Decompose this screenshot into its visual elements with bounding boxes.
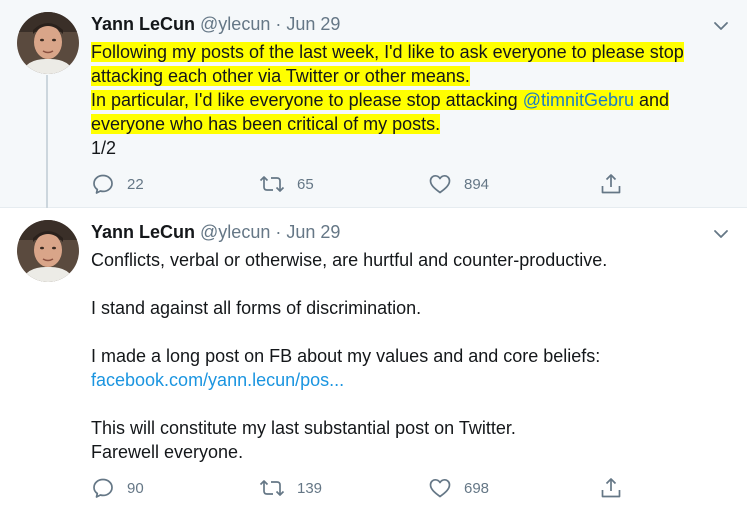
heart-icon <box>428 476 452 500</box>
tweet-2[interactable]: Yann LeCun @ylecun · Jun 29 Conflicts, v… <box>0 208 747 516</box>
share-icon <box>599 172 623 196</box>
tweet-text-line: I stand against all forms of discriminat… <box>91 298 422 318</box>
tweet-text-line: attacking each other via Twitter or othe… <box>91 66 470 86</box>
author-name[interactable]: Yann LeCun <box>91 222 195 242</box>
retweet-count: 139 <box>297 479 323 497</box>
avatar[interactable] <box>17 220 79 282</box>
avatar[interactable] <box>17 12 79 74</box>
header-separator: · <box>275 14 282 34</box>
tweet-header: Yann LeCun @ylecun · Jun 29 <box>91 221 340 243</box>
tweet-date[interactable]: Jun 29 <box>286 14 340 34</box>
tweet-header: Yann LeCun @ylecun · Jun 29 <box>91 13 340 35</box>
retweet-icon <box>259 172 285 196</box>
chevron-down-icon[interactable] <box>711 224 731 244</box>
mention-link[interactable]: @timnitGebru <box>523 90 634 110</box>
tweet-text-line: This will constitute my last substantial… <box>91 418 516 438</box>
like-count: 894 <box>464 175 490 193</box>
external-link[interactable]: facebook.com/yann.lecun/pos... <box>91 370 344 390</box>
tweet-text: Following my posts of the last week, I'd… <box>91 40 731 160</box>
line-break <box>91 272 731 296</box>
line-break <box>91 320 731 344</box>
author-handle[interactable]: @ylecun <box>200 222 270 242</box>
header-separator: · <box>275 222 282 242</box>
share-button[interactable] <box>599 475 623 501</box>
tweet-text-line: and <box>634 90 670 110</box>
like-button[interactable]: 894 <box>428 171 489 197</box>
tweet-date[interactable]: Jun 29 <box>286 222 340 242</box>
retweet-count: 65 <box>297 175 314 193</box>
share-button[interactable] <box>599 171 623 197</box>
tweet-text-line: everyone who has been critical of my pos… <box>91 114 441 134</box>
tweet-text-line: Conflicts, verbal or otherwise, are hurt… <box>91 250 608 270</box>
chevron-down-icon[interactable] <box>711 16 731 36</box>
retweet-icon <box>259 476 285 500</box>
retweet-button[interactable]: 139 <box>259 475 322 501</box>
reply-count: 22 <box>127 175 144 193</box>
tweet-actions: 22 65 894 <box>91 171 651 197</box>
tweet-text-line: Following my posts of the last week, I'd… <box>91 42 684 62</box>
like-count: 698 <box>464 479 490 497</box>
line-break <box>91 392 731 416</box>
share-icon <box>599 476 623 500</box>
reply-icon <box>91 172 115 196</box>
thread-count: 1/2 <box>91 138 117 158</box>
tweet-text-line: I made a long post on FB about my values… <box>91 346 601 366</box>
tweet-text-line: Farewell everyone. <box>91 442 244 462</box>
author-name[interactable]: Yann LeCun <box>91 14 195 34</box>
reply-button[interactable]: 90 <box>91 475 144 501</box>
tweet-text-line: In particular, I'd like everyone to plea… <box>91 90 523 110</box>
heart-icon <box>428 172 452 196</box>
like-button[interactable]: 698 <box>428 475 489 501</box>
thread-connector-line <box>46 75 48 208</box>
reply-icon <box>91 476 115 500</box>
tweet-actions: 90 139 698 <box>91 475 651 501</box>
reply-count: 90 <box>127 479 144 497</box>
reply-button[interactable]: 22 <box>91 171 144 197</box>
tweet-1[interactable]: Yann LeCun @ylecun · Jun 29 Following my… <box>0 0 747 208</box>
author-handle[interactable]: @ylecun <box>200 14 270 34</box>
tweet-text: Conflicts, verbal or otherwise, are hurt… <box>91 248 731 464</box>
retweet-button[interactable]: 65 <box>259 171 314 197</box>
